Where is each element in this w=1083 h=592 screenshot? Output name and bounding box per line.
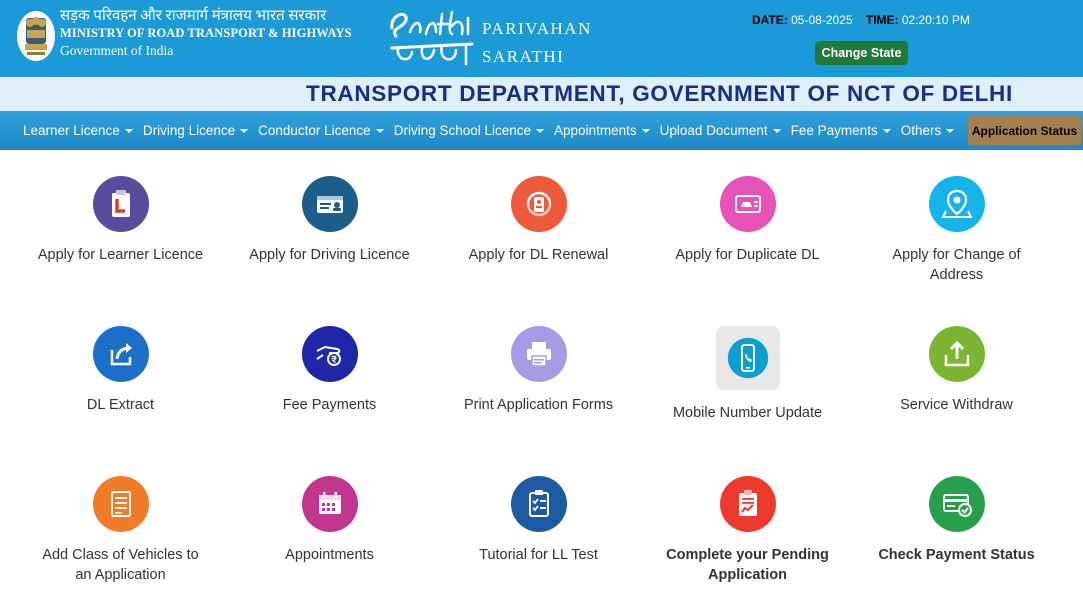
tile-complete-pending-application[interactable]: Complete your Pending Application (643, 476, 852, 585)
caret-down-icon (536, 129, 545, 134)
learner-licence-icon (92, 176, 149, 232)
nav-item-conductor-licence[interactable]: Conductor Licence (258, 123, 384, 138)
tile-dl-extract[interactable]: DL Extract (16, 326, 225, 415)
tile-label: Apply for Duplicate DL (675, 247, 820, 263)
printer-icon (510, 326, 567, 382)
tile-print-application-forms[interactable]: Print Application Forms (434, 326, 643, 415)
dl-renewal-icon (510, 176, 567, 232)
caret-down-icon (882, 129, 891, 134)
tile-appointments[interactable]: Appointments (225, 476, 434, 565)
tile-add-class-of-vehicles[interactable]: Add Class of Vehicles to an Application (16, 476, 225, 585)
pending-clipboard-icon (719, 476, 776, 532)
driving-licence-card-icon (301, 176, 358, 232)
tile-label: Apply for Driving Licence (249, 247, 410, 263)
nav-label: Driving Licence (142, 123, 236, 138)
ministry-block: सड़क परिवहन और राजमार्ग मंत्रालय भारत सर… (60, 8, 352, 59)
nav-label: Conductor Licence (258, 123, 371, 138)
tile-label: Check Payment Status (878, 547, 1035, 563)
rupee-payment-icon (301, 326, 358, 382)
caret-down-icon (946, 129, 955, 134)
ministry-english-text: MINISTRY OF ROAD TRANSPORT & HIGHWAYS (60, 26, 352, 40)
portal-name: PARIVAHAN SARATHI (482, 15, 592, 71)
location-pin-icon (928, 176, 985, 232)
nav-label: Fee Payments (790, 123, 878, 138)
tile-apply-dl-renewal[interactable]: Apply for DL Renewal (434, 176, 643, 265)
national-emblem-icon (17, 11, 55, 61)
caret-down-icon (641, 129, 650, 134)
tile-label: Appointments (285, 547, 374, 563)
change-state-button[interactable]: Change State (815, 41, 908, 65)
nav-item-learner-licence[interactable]: Learner Licence (23, 123, 133, 138)
nav-item-driving-licence[interactable]: Driving Licence (142, 123, 249, 138)
tile-mobile-number-update[interactable]: Mobile Number Update (643, 326, 852, 423)
sarathi-logo-icon[interactable] (386, 4, 478, 68)
tile-label: Add Class of Vehicles to an Application (42, 547, 199, 583)
nav-label: Appointments (554, 123, 637, 138)
time-label: TIME: (865, 13, 899, 27)
tile-label: DL Extract (86, 397, 155, 413)
tile-label: Service Withdraw (900, 397, 1013, 413)
tile-tutorial-ll-test[interactable]: Tutorial for LL Test (434, 476, 643, 565)
form-document-icon (92, 476, 149, 532)
tile-label: Apply for Change of Address (892, 247, 1021, 283)
nav-label: Upload Document (659, 123, 768, 138)
tile-apply-learner-licence[interactable]: Apply for Learner Licence (16, 176, 225, 265)
tile-apply-driving-licence[interactable]: Apply for Driving Licence (225, 176, 434, 265)
upload-tray-icon (928, 326, 985, 382)
mobile-phone-icon (715, 326, 780, 390)
payment-card-check-icon (928, 476, 985, 532)
main-nav: Learner Licence Driving Licence Conducto… (0, 111, 1083, 150)
nav-item-others[interactable]: Others (901, 123, 955, 138)
nav-item-driving-school-licence[interactable]: Driving School Licence (393, 123, 545, 138)
tile-label: Print Application Forms (463, 397, 614, 413)
nav-label: Driving School Licence (393, 123, 532, 138)
tile-apply-change-of-address[interactable]: Apply for Change of Address (852, 176, 1061, 285)
portal-name-line1: PARIVAHAN (482, 19, 592, 38)
tile-label: Mobile Number Update (672, 405, 823, 421)
caret-down-icon (240, 129, 249, 134)
tile-label: Complete your Pending Application (666, 547, 829, 583)
nav-item-appointments[interactable]: Appointments (554, 123, 650, 138)
application-status-button[interactable]: Application Status (968, 116, 1081, 145)
caret-down-icon (772, 129, 781, 134)
caret-down-icon (375, 129, 384, 134)
date-label: DATE: (752, 13, 788, 27)
tile-label: Apply for DL Renewal (468, 247, 609, 263)
nav-label: Learner Licence (23, 123, 120, 138)
nav-item-fee-payments[interactable]: Fee Payments (791, 123, 891, 138)
date-value: 05-08-2025 (791, 13, 853, 27)
tile-label: Apply for Learner Licence (37, 247, 204, 263)
tile-service-withdraw[interactable]: Service Withdraw (852, 326, 1061, 415)
tile-check-payment-status[interactable]: Check Payment Status (852, 476, 1061, 565)
caret-down-icon (124, 129, 133, 134)
time-value: 02:20:10 PM (901, 13, 970, 27)
date-time-display: DATE: 05-08-2025 TIME: 02:20:10 PM (752, 13, 980, 27)
checklist-clipboard-icon (510, 476, 567, 532)
share-export-icon (92, 326, 149, 382)
department-title: TRANSPORT DEPARTMENT, GOVERNMENT OF NCT … (306, 81, 1013, 106)
duplicate-dl-icon (719, 176, 776, 232)
portal-name-line2: SARATHI (482, 47, 565, 66)
government-of-india-text: Government of India (60, 43, 174, 58)
tile-fee-payments[interactable]: Fee Payments (225, 326, 434, 415)
nav-label: Others (900, 123, 942, 138)
tile-apply-duplicate-dl[interactable]: Apply for Duplicate DL (643, 176, 852, 265)
calendar-icon (301, 476, 358, 532)
nav-item-upload-document[interactable]: Upload Document (660, 123, 781, 138)
tile-label: Fee Payments (282, 397, 377, 413)
tile-label: Tutorial for LL Test (479, 547, 598, 563)
ministry-hindi-text: सड़क परिवहन और राजमार्ग मंत्रालय भारत सर… (60, 8, 327, 24)
